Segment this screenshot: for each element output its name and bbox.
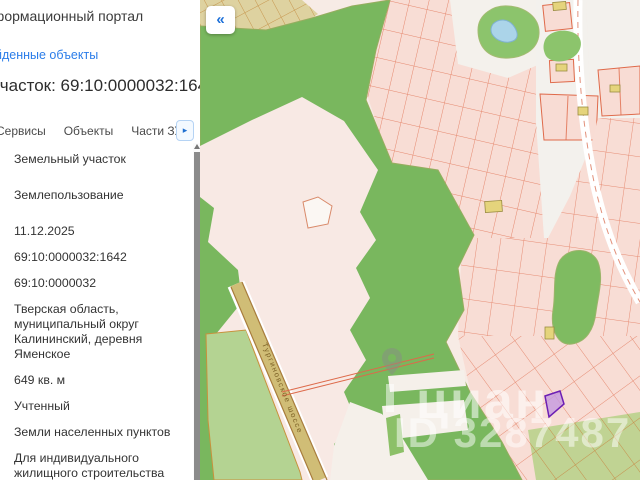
detail-land-use: Землепользование (14, 188, 124, 202)
scrollbar-up-arrow-icon[interactable] (193, 144, 200, 149)
portal-title: Информационный портал (0, 8, 144, 24)
tab-bar: Сервисы Объекты Части ЗУ Состав ▸ (0, 118, 200, 144)
collapse-icon: « (216, 11, 225, 28)
detail-address: Тверская область, муниципальный округ Ка… (14, 302, 143, 361)
detail-cadastral-quarter: 69:10:0000032 (14, 276, 97, 290)
detail-status: Учтенный (14, 399, 70, 413)
watermark-id: ID 3287487 (394, 409, 631, 456)
app-window: Тургиновское шоссе циан ID 3287487 « орм… (0, 0, 640, 480)
info-panel: Информационный портал Найденные объекты … (0, 0, 200, 480)
parcel-title: Участок: 69:10:0000032:1642 (0, 76, 200, 95)
panel-scrollbar[interactable] (193, 143, 200, 480)
tab-services[interactable]: Сервисы (0, 124, 46, 138)
detail-object-kind: Земельный участок (14, 152, 126, 166)
detail-land-category: Земли населенных пунктов (14, 425, 171, 439)
detail-date: 11.12.2025 (14, 224, 75, 238)
panel-header: Информационный портал Найденные объекты … (0, 0, 200, 96)
tabs-scroll-right-button[interactable]: ▸ (176, 120, 194, 141)
chevron-right-icon: ▸ (182, 125, 188, 135)
tab-parcel-parts[interactable]: Части ЗУ (131, 124, 182, 138)
detail-cadastral-number: 69:10:0000032:1642 (14, 250, 127, 264)
scrollbar-thumb[interactable] (193, 152, 200, 480)
tab-objects[interactable]: Объекты (64, 124, 114, 138)
found-objects-link[interactable]: Найденные объекты (0, 48, 98, 62)
detail-area: 649 кв. м (14, 373, 66, 387)
collapse-panel-button[interactable]: « (206, 6, 235, 34)
detail-permitted-use: Для индивидуального жилищного строительс… (14, 451, 165, 480)
details-list: Земельный участок Землепользование 11.12… (0, 152, 193, 480)
cadastral-map[interactable]: Тургиновское шоссе циан ID 3287487 (199, 0, 640, 480)
